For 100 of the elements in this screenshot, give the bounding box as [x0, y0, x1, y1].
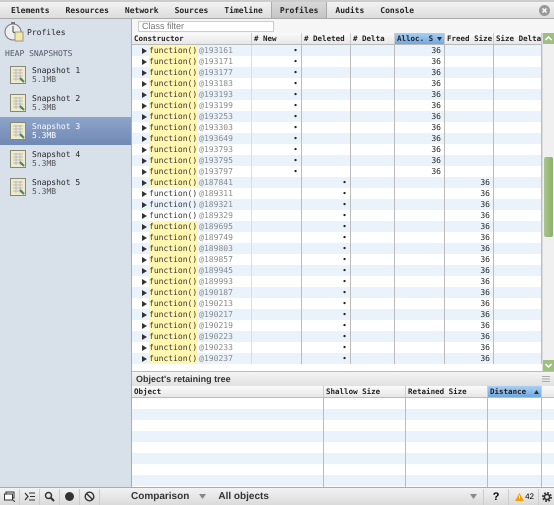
help-button[interactable]: ?: [483, 488, 510, 504]
warning-icon: [515, 492, 524, 500]
close-icon[interactable]: [539, 4, 550, 16]
constructor-name: function(): [149, 144, 198, 155]
table-cell: 36: [431, 123, 441, 132]
table-cell: •: [293, 79, 298, 88]
warnings-counter[interactable]: 42: [509, 491, 538, 502]
table-cell: •: [342, 266, 347, 275]
table-cell: 36: [480, 277, 490, 286]
panel-tab[interactable]: Sources: [166, 2, 216, 18]
object-id: @193649: [199, 133, 233, 144]
section-heading: HEAP SNAPSHOTS: [4, 48, 74, 60]
table-cell: 36: [431, 156, 441, 165]
scrollbar[interactable]: [542, 33, 554, 371]
object-id: @193177: [199, 67, 233, 78]
table-cell: 36: [480, 233, 490, 242]
table-cell: 36: [431, 90, 441, 99]
object-id: @189857: [199, 254, 233, 265]
object-id: @193171: [199, 56, 233, 67]
table-cell: •: [342, 277, 347, 286]
constructor-name: function(): [149, 100, 198, 111]
table-cell: •: [293, 145, 298, 154]
table-cell: 36: [480, 266, 490, 275]
table-cell: •: [293, 68, 298, 77]
constructor-name: function(): [149, 342, 198, 353]
caret-icon: [199, 494, 206, 499]
constructor-name: function(): [149, 254, 198, 265]
table-cell: •: [342, 310, 347, 319]
table-cell: 36: [480, 332, 490, 341]
table-cell: •: [293, 167, 298, 176]
table-cell: 36: [431, 46, 441, 55]
table-cell: 36: [480, 354, 490, 363]
table-cell: 36: [480, 189, 490, 198]
constructor-name: function(): [149, 166, 198, 177]
snapshot-item[interactable]: Snapshot 2 5.3MB: [0, 89, 131, 117]
table-cell: •: [293, 46, 298, 55]
table-cell: •: [342, 321, 347, 330]
table-cell: •: [293, 156, 298, 165]
table-cell: •: [342, 332, 347, 341]
table-cell: •: [342, 244, 347, 253]
constructor-name: function(): [149, 243, 198, 254]
table-cell: 36: [431, 167, 441, 176]
profiles-title: Profiles: [27, 28, 66, 36]
snapshot-item[interactable]: Snapshot 4 5.3MB: [0, 145, 131, 173]
object-id: @190237: [199, 353, 233, 364]
object-id: @189695: [199, 221, 233, 232]
grip-icon[interactable]: [542, 376, 550, 382]
table-cell: •: [342, 233, 347, 242]
panel-tab[interactable]: Elements: [3, 2, 58, 18]
object-id: @190187: [199, 287, 233, 298]
constructor-name: function(): [149, 78, 198, 89]
panel-tab[interactable]: Audits: [327, 2, 372, 18]
settings-icon[interactable]: [538, 488, 554, 504]
table-cell: •: [293, 134, 298, 143]
table-cell: 36: [431, 68, 441, 77]
constructor-name: function(): [149, 45, 198, 56]
object-id: @190223: [199, 331, 233, 342]
panel-tab[interactable]: Console: [372, 2, 422, 18]
table-cell: 36: [431, 79, 441, 88]
snapshot-icon: [10, 122, 26, 140]
object-id: @193199: [199, 100, 233, 111]
table-cell: •: [342, 178, 347, 187]
table-cell: •: [293, 123, 298, 132]
constructor-name: function(): [149, 133, 198, 144]
table-cell: •: [342, 343, 347, 352]
snapshot-item[interactable]: Snapshot 1 5.1MB: [0, 61, 131, 89]
stopwatch-icon: [4, 22, 24, 42]
constructor-name: function(): [149, 221, 198, 232]
scrollbar-thumb[interactable]: [544, 157, 553, 237]
object-id: @189803: [199, 243, 233, 254]
table-cell: •: [342, 299, 347, 308]
table-cell: 36: [480, 178, 490, 187]
table-cell: 36: [431, 112, 441, 121]
constructor-name: function(): [149, 56, 198, 67]
table-cell: 36: [480, 211, 490, 220]
table-cell: 36: [431, 145, 441, 154]
table-cell: •: [293, 101, 298, 110]
object-id: @190217: [199, 309, 233, 320]
table-cell: •: [342, 211, 347, 220]
table-cell: 36: [431, 57, 441, 66]
panel-tab[interactable]: Resources: [58, 2, 117, 18]
snapshot-item[interactable]: Snapshot 5 5.3MB: [0, 173, 131, 201]
constructor-name: function(): [149, 331, 198, 342]
table-cell: 36: [480, 343, 490, 352]
constructor-name: function(): [149, 122, 198, 133]
panel-tab[interactable]: Profiles: [270, 2, 328, 18]
table-cell: 36: [480, 255, 490, 264]
filter-dropdown[interactable]: All objects: [212, 488, 484, 504]
class-filter-field[interactable]: Class filter: [138, 20, 274, 32]
table-cell: 36: [480, 288, 490, 297]
table-cell: 36: [480, 200, 490, 209]
constructor-name: function(): [149, 320, 198, 331]
object-id: @189993: [199, 276, 233, 287]
view-dropdown[interactable]: Comparison: [125, 488, 212, 504]
object-id: @193183: [199, 78, 233, 89]
snapshot-icon: [10, 150, 26, 168]
object-id: @189945: [199, 265, 233, 276]
snapshot-icon: [10, 94, 26, 112]
panel-tab[interactable]: Timeline: [216, 2, 271, 18]
panel-tab[interactable]: Network: [116, 2, 167, 18]
